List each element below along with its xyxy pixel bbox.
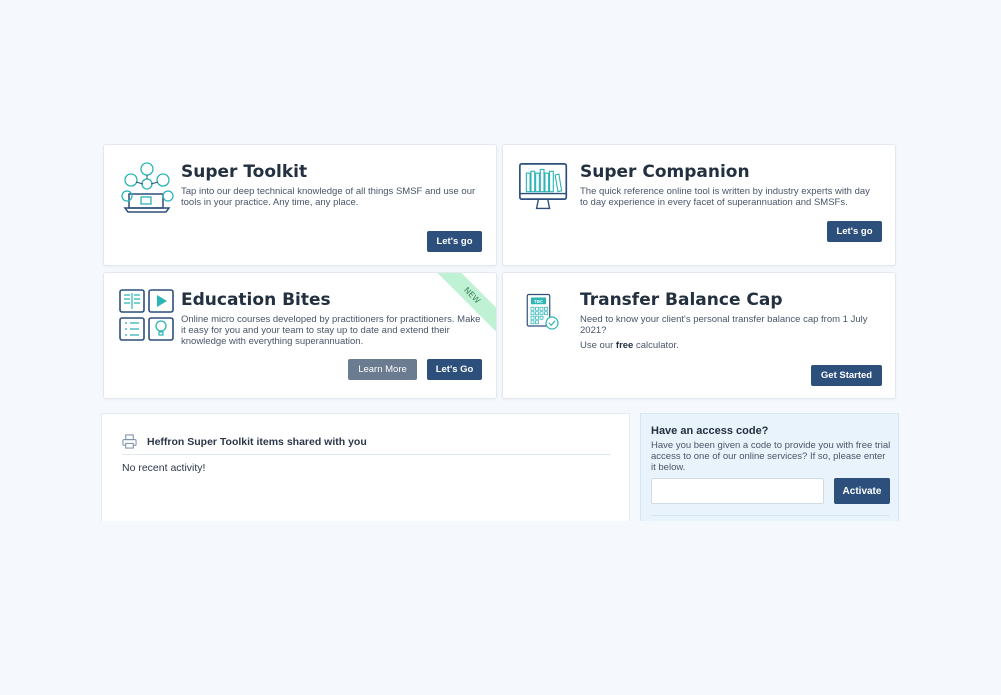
new-ribbon-label: NEW	[438, 273, 496, 331]
access-code-input[interactable]	[651, 478, 824, 504]
super-toolkit-card: Super Toolkit Tap into our deep technica…	[103, 144, 497, 266]
calculator-label: TBC	[534, 299, 544, 304]
access-code-title: Have an access code?	[651, 425, 769, 437]
note-bold: free	[615, 340, 634, 351]
learn-more-button[interactable]: Learn More	[348, 359, 417, 380]
access-code-panel: Have an access code? Have you been given…	[640, 413, 899, 521]
education-bites-card: Education Bites Online micro courses dev…	[103, 272, 497, 399]
get-started-button[interactable]: Get Started	[811, 365, 882, 386]
transfer-balance-cap-card: TBC Transfer Balance Cap Need to know yo…	[502, 272, 896, 399]
toolkit-laptop-icon	[121, 162, 174, 213]
shared-items-panel: Heffron Super Toolkit items shared with …	[101, 413, 630, 521]
activate-button[interactable]: Activate	[834, 478, 890, 504]
card-title: Super Toolkit	[181, 162, 308, 182]
calculator-icon: TBC	[526, 293, 559, 330]
education-grid-icon	[119, 289, 174, 341]
card-title: Education Bites	[181, 290, 331, 310]
note-prefix: Use our	[580, 340, 616, 351]
shared-items-title: Heffron Super Toolkit items shared with …	[147, 436, 367, 448]
card-description: Need to know your client's personal tran…	[580, 314, 868, 336]
new-ribbon: NEW	[438, 273, 496, 331]
card-title: Super Companion	[580, 162, 750, 182]
toolkit-lets-go-button[interactable]: Let's go	[427, 231, 482, 252]
card-description: Tap into our deep technical knowledge of…	[181, 186, 476, 208]
card-title: Transfer Balance Cap	[580, 290, 783, 310]
divider	[122, 454, 611, 455]
super-companion-card: Super Companion The quick reference onli…	[502, 144, 896, 266]
access-divider	[651, 515, 890, 516]
monitor-books-icon	[519, 163, 568, 210]
card-note: Use our free calculator.	[580, 340, 880, 351]
note-suffix: calculator.	[633, 340, 679, 351]
access-code-description: Have you been given a code to provide yo…	[651, 440, 891, 473]
empty-state-text: No recent activity!	[122, 462, 206, 474]
card-description: The quick reference online tool is writt…	[580, 186, 870, 208]
printer-icon	[122, 434, 137, 449]
education-lets-go-button[interactable]: Let's Go	[427, 359, 482, 380]
companion-lets-go-button[interactable]: Let's go	[827, 221, 882, 242]
card-description: Online micro courses developed by practi…	[181, 314, 481, 347]
